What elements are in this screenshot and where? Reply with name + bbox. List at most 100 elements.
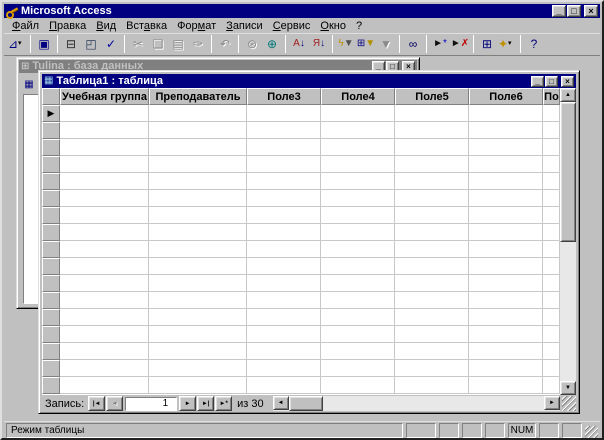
table-cell[interactable] xyxy=(60,360,149,377)
filter-by-selection-button[interactable]: ϟ▼ xyxy=(336,35,356,54)
table-cell[interactable] xyxy=(395,377,469,394)
table-cell[interactable] xyxy=(60,258,149,275)
table-cell[interactable] xyxy=(395,343,469,360)
table-cell[interactable] xyxy=(60,309,149,326)
column-header-поле6[interactable]: Поле6 xyxy=(469,88,543,105)
new-object-dropdown-arrow[interactable]: ▾ xyxy=(508,38,516,50)
table-cell[interactable] xyxy=(543,190,560,207)
tables-tab-icon[interactable]: ▦ xyxy=(23,79,35,91)
table-cell[interactable] xyxy=(469,241,543,258)
scroll-right-button[interactable]: ► xyxy=(544,396,560,410)
last-record-button[interactable]: ►| xyxy=(197,396,214,411)
scroll-down-button[interactable]: ▼ xyxy=(560,381,576,395)
save-button[interactable]: ▣ xyxy=(34,35,54,54)
table-cell[interactable] xyxy=(395,241,469,258)
table-cell[interactable] xyxy=(321,309,395,326)
table-cell[interactable] xyxy=(469,343,543,360)
statusbar-resize-grip[interactable] xyxy=(585,426,598,439)
menu-правка[interactable]: Правка xyxy=(44,19,91,33)
table-cell[interactable] xyxy=(543,139,560,156)
minimize-button[interactable]: _ xyxy=(552,5,566,17)
filter-by-form-button[interactable]: ⊞▼ xyxy=(356,35,376,54)
table-cell[interactable] xyxy=(321,173,395,190)
table-cell[interactable] xyxy=(149,292,247,309)
menu-?[interactable]: ? xyxy=(351,19,367,33)
record-selector[interactable] xyxy=(42,309,60,326)
table-cell[interactable] xyxy=(247,292,321,309)
table-cell[interactable] xyxy=(60,241,149,258)
table-cell[interactable] xyxy=(247,207,321,224)
table-cell[interactable] xyxy=(469,360,543,377)
find-button[interactable]: ∞ xyxy=(403,35,423,54)
table-cell[interactable] xyxy=(60,122,149,139)
table-cell[interactable] xyxy=(321,207,395,224)
table-cell[interactable] xyxy=(149,224,247,241)
sort-descending-button[interactable]: Я↓ xyxy=(309,35,329,54)
table-cell[interactable] xyxy=(469,309,543,326)
column-header-по[interactable]: По xyxy=(543,88,560,105)
menu-вид[interactable]: Вид xyxy=(91,19,121,33)
table-cell[interactable] xyxy=(321,105,395,122)
table-cell[interactable] xyxy=(247,224,321,241)
table-cell[interactable] xyxy=(543,377,560,394)
delete-record-button[interactable]: ►✗ xyxy=(450,35,470,54)
database-window-button[interactable]: ⊞ xyxy=(477,35,497,54)
record-selector[interactable] xyxy=(42,173,60,190)
horizontal-scroll-track[interactable] xyxy=(323,396,544,411)
spelling-button[interactable]: ✓ xyxy=(101,35,121,54)
table-minimize-button[interactable]: _ xyxy=(531,76,544,87)
menu-файл[interactable]: Файл xyxy=(7,19,44,33)
table-cell[interactable] xyxy=(247,360,321,377)
menu-сервис[interactable]: Сервис xyxy=(268,19,316,33)
record-selector[interactable] xyxy=(42,292,60,309)
table-cell[interactable] xyxy=(543,258,560,275)
table-cell[interactable] xyxy=(543,309,560,326)
table-cell[interactable] xyxy=(149,377,247,394)
table-cell[interactable] xyxy=(469,224,543,241)
horizontal-scrollbar[interactable]: ◄ ► xyxy=(273,396,560,411)
table-cell[interactable] xyxy=(321,224,395,241)
vertical-scroll-thumb[interactable] xyxy=(560,102,576,242)
table-cell[interactable] xyxy=(543,207,560,224)
table-close-button[interactable]: × xyxy=(561,76,574,87)
table-cell[interactable] xyxy=(543,343,560,360)
window-resize-grip[interactable] xyxy=(562,396,576,411)
table-cell[interactable] xyxy=(247,275,321,292)
column-header-преподаватель[interactable]: Преподаватель xyxy=(149,88,247,105)
menu-записи[interactable]: Записи xyxy=(221,19,268,33)
table-cell[interactable] xyxy=(321,122,395,139)
record-selector[interactable] xyxy=(42,139,60,156)
table-cell[interactable] xyxy=(60,275,149,292)
print-preview-button[interactable]: ◰ xyxy=(81,35,101,54)
table-cell[interactable] xyxy=(395,207,469,224)
scroll-left-button[interactable]: ◄ xyxy=(273,396,289,410)
table-cell[interactable] xyxy=(247,139,321,156)
new-record-button[interactable]: ►* xyxy=(215,396,232,411)
table-cell[interactable] xyxy=(395,156,469,173)
table-cell[interactable] xyxy=(321,139,395,156)
table-cell[interactable] xyxy=(149,241,247,258)
table-cell[interactable] xyxy=(469,292,543,309)
table-cell[interactable] xyxy=(469,156,543,173)
table-cell[interactable] xyxy=(395,275,469,292)
table-cell[interactable] xyxy=(60,377,149,394)
table-cell[interactable] xyxy=(395,292,469,309)
table-cell[interactable] xyxy=(60,190,149,207)
table-cell[interactable] xyxy=(247,309,321,326)
table-maximize-button[interactable]: □ xyxy=(545,76,558,87)
table-cell[interactable] xyxy=(469,275,543,292)
record-selector[interactable] xyxy=(42,224,60,241)
table-cell[interactable] xyxy=(395,190,469,207)
record-selector[interactable] xyxy=(42,275,60,292)
vertical-scroll-track[interactable] xyxy=(560,242,576,381)
new-record-button[interactable]: ►* xyxy=(430,35,450,54)
record-selector[interactable] xyxy=(42,326,60,343)
table-cell[interactable] xyxy=(149,156,247,173)
record-selector[interactable]: ▶ xyxy=(42,105,60,122)
table-cell[interactable] xyxy=(321,156,395,173)
scroll-up-button[interactable]: ▲ xyxy=(560,88,576,102)
table-cell[interactable] xyxy=(395,258,469,275)
table-cell[interactable] xyxy=(60,207,149,224)
table-cell[interactable] xyxy=(543,173,560,190)
table-cell[interactable] xyxy=(395,224,469,241)
